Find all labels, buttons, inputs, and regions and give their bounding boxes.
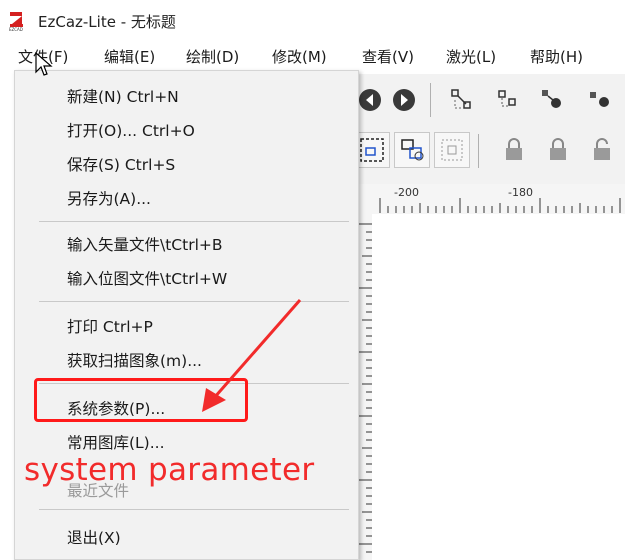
menu-item-acquire-scan[interactable]: 获取扫描图象(m)... [67,349,202,371]
mouse-pointer-icon [35,52,53,76]
center-button[interactable] [434,132,470,168]
horizontal-ruler: -200 -180 [350,184,625,215]
drawing-canvas[interactable] [372,214,625,560]
menu-item-open[interactable]: 打开(O)... Ctrl+O [67,119,195,141]
menu-edit[interactable]: 编辑(E) [104,46,155,67]
unlock-all-button[interactable] [584,132,620,168]
ruler-ticks [379,198,621,213]
menu-separator [39,509,349,510]
node-fill-icon [542,90,561,108]
lock-icon [506,138,522,160]
toolbar [350,74,625,184]
menu-item-common-library[interactable]: 常用图库(L)... [67,431,165,453]
lock-icon [550,138,566,160]
node-align-icon [590,92,609,107]
title-bar: EZCAD EzCaz-Lite - 无标题 [0,0,625,38]
menu-bar: 文件(F) 编辑(E) 绘制(D) 修改(M) 查看(V) 激光(L) 帮助(H… [0,38,625,74]
toolbar-separator [478,134,479,168]
ungroup-button[interactable] [394,132,430,168]
lock-button[interactable] [496,132,532,168]
group-icon [360,138,384,162]
nav-forward-button[interactable] [386,82,422,118]
menu-modify[interactable]: 修改(M) [272,46,327,67]
lock-icon [594,138,610,160]
menu-draw[interactable]: 绘制(D) [186,46,239,67]
toolbar-row-2 [350,126,625,176]
annotation-label: system parameter [24,452,315,488]
toolbar-row-1 [350,78,625,122]
node-edit-icon [451,89,471,109]
group-button[interactable] [354,132,390,168]
node-select-icon [498,90,516,107]
menu-item-new[interactable]: 新建(N) Ctrl+N [67,85,179,107]
menu-item-import-bitmap[interactable]: 输入位图文件\tCtrl+W [67,267,227,289]
node-edit-button[interactable] [444,82,480,118]
unlock-button[interactable] [540,132,576,168]
node-fill-button[interactable] [534,82,570,118]
menu-item-save-as[interactable]: 另存为(A)... [67,187,151,209]
nav-forward-icon [393,89,415,111]
app-logo-icon: EZCAD [9,12,23,31]
ungroup-icon [401,139,424,161]
node-select-button[interactable] [490,82,526,118]
menu-item-print[interactable]: 打印 Ctrl+P [67,315,153,337]
nav-back-icon [359,89,381,111]
menu-help[interactable]: 帮助(H) [530,46,583,67]
highlight-box [34,378,248,422]
ruler-label: -200 [394,186,419,199]
center-icon [441,139,463,161]
menu-laser[interactable]: 激光(L) [446,46,496,67]
node-align-button[interactable] [582,82,618,118]
menu-item-import-vector[interactable]: 输入矢量文件\tCtrl+B [67,233,223,255]
menu-view[interactable]: 查看(V) [362,46,414,67]
svg-text:EZCAD: EZCAD [9,27,23,31]
toolbar-separator [430,83,431,117]
window-title: EzCaz-Lite - 无标题 [38,13,176,31]
menu-item-save[interactable]: 保存(S) Ctrl+S [67,153,175,175]
menu-separator [39,221,349,222]
menu-item-exit[interactable]: 退出(X) [67,526,121,548]
ruler-label: -180 [508,186,533,199]
menu-separator [39,301,349,302]
